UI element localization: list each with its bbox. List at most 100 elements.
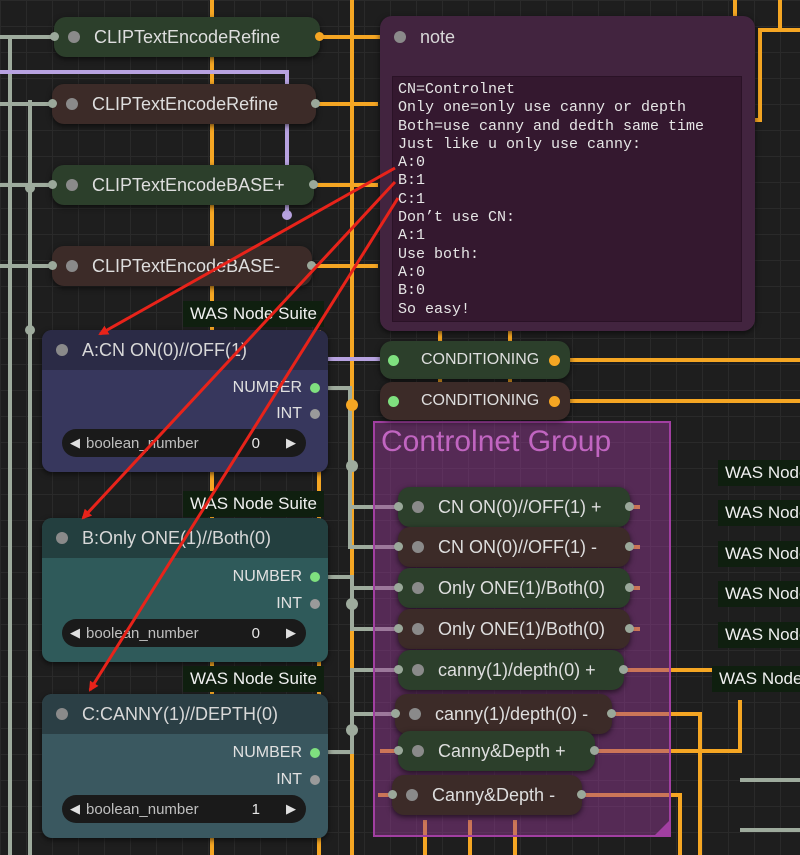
boolean-node-b[interactable]: B:Only ONE(1)//Both(0) NUMBER INT ◀ bool… xyxy=(42,518,328,662)
collapse-dot-icon[interactable] xyxy=(66,260,78,272)
group-node-canny-depth-minus[interactable]: canny(1)/depth(0) - xyxy=(391,694,616,734)
decrement-arrow-icon[interactable]: ◀ xyxy=(70,625,80,641)
boolean-node-c[interactable]: C:CANNY(1)//DEPTH(0) NUMBER INT ◀ boolea… xyxy=(42,694,328,838)
increment-arrow-icon[interactable]: ▶ xyxy=(286,801,296,817)
collapse-dot-icon[interactable] xyxy=(412,582,424,594)
output-socket[interactable] xyxy=(309,180,318,189)
conditioning-reroute-negative[interactable]: CONDITIONING xyxy=(380,382,570,420)
output-socket[interactable] xyxy=(625,583,634,592)
collapse-dot-icon[interactable] xyxy=(68,31,80,43)
input-socket[interactable] xyxy=(394,502,403,511)
int-output[interactable]: INT xyxy=(276,771,320,789)
collapse-dot-icon[interactable] xyxy=(412,541,424,553)
increment-arrow-icon[interactable]: ▶ xyxy=(286,625,296,641)
node-header[interactable]: B:Only ONE(1)//Both(0) xyxy=(42,518,328,558)
input-socket[interactable] xyxy=(394,542,403,551)
collapse-dot-icon[interactable] xyxy=(66,179,78,191)
increment-arrow-icon[interactable]: ▶ xyxy=(286,435,296,451)
group-resize-handle[interactable] xyxy=(655,821,669,835)
clip-text-encode-base-minus-node[interactable]: CLIPTextEncodeBASE- xyxy=(48,246,316,286)
input-socket[interactable] xyxy=(391,709,400,718)
int-output-socket[interactable] xyxy=(310,599,320,609)
collapse-dot-icon[interactable] xyxy=(412,501,424,513)
int-output[interactable]: INT xyxy=(276,595,320,613)
group-node-canny-and-depth-minus[interactable]: Canny&Depth - xyxy=(388,775,586,815)
collapse-dot-icon[interactable] xyxy=(66,98,78,110)
number-output[interactable]: NUMBER xyxy=(233,568,320,586)
group-node-canny-and-depth-plus[interactable]: Canny&Depth + xyxy=(394,731,599,771)
number-output[interactable]: NUMBER xyxy=(233,744,320,762)
output-socket[interactable] xyxy=(625,542,634,551)
number-output-socket[interactable] xyxy=(310,383,320,393)
conditioning-label: CONDITIONING xyxy=(421,351,540,368)
clip-text-encode-refine-node-2[interactable]: CLIPTextEncodeRefine xyxy=(48,84,320,124)
group-node-cn-on-off-minus[interactable]: CN ON(0)//OFF(1) - xyxy=(394,527,634,567)
widget-value[interactable]: 1 xyxy=(252,801,260,818)
output-socket[interactable] xyxy=(619,665,628,674)
boolean-number-widget[interactable]: ◀ boolean_number 0 ▶ xyxy=(62,619,306,647)
node-header[interactable]: A:CN ON(0)//OFF(1) xyxy=(42,330,328,370)
note-header[interactable]: note xyxy=(380,16,755,58)
int-output[interactable]: INT xyxy=(276,405,320,423)
number-output-socket[interactable] xyxy=(310,572,320,582)
output-socket[interactable] xyxy=(577,790,586,799)
output-socket[interactable] xyxy=(625,624,634,633)
group-node-cn-on-off-plus[interactable]: CN ON(0)//OFF(1) + xyxy=(394,487,634,527)
note-textarea[interactable]: CN=Controlnet Only one=only use canny or… xyxy=(392,76,742,322)
collapse-dot-icon[interactable] xyxy=(412,664,424,676)
output-socket[interactable] xyxy=(549,354,560,366)
collapse-dot-icon[interactable] xyxy=(394,31,406,43)
boolean-number-widget[interactable]: ◀ boolean_number 0 ▶ xyxy=(62,429,306,457)
boolean-number-widget[interactable]: ◀ boolean_number 1 ▶ xyxy=(62,795,306,823)
input-socket[interactable] xyxy=(388,790,397,799)
widget-name: boolean_number xyxy=(86,624,199,642)
decrement-arrow-icon[interactable]: ◀ xyxy=(70,801,80,817)
collapse-dot-icon[interactable] xyxy=(406,789,418,801)
collapse-dot-icon[interactable] xyxy=(56,708,68,720)
number-output-socket[interactable] xyxy=(310,748,320,758)
was-node-suite-badge: WAS Node Suite xyxy=(183,666,324,692)
group-node-only-one-both-2[interactable]: Only ONE(1)/Both(0) xyxy=(394,609,634,649)
node-title: Canny&Depth - xyxy=(432,784,556,805)
number-output[interactable]: NUMBER xyxy=(233,379,320,397)
clip-text-encode-refine-node[interactable]: CLIPTextEncodeRefine xyxy=(50,17,324,57)
collapse-dot-icon[interactable] xyxy=(412,623,424,635)
int-output-socket[interactable] xyxy=(310,409,320,419)
node-title: Only ONE(1)/Both(0) xyxy=(438,618,606,639)
input-socket[interactable] xyxy=(394,665,403,674)
output-socket[interactable] xyxy=(607,709,616,718)
collapse-dot-icon[interactable] xyxy=(56,344,68,356)
input-socket[interactable] xyxy=(48,261,57,270)
group-node-only-one-both-1[interactable]: Only ONE(1)/Both(0) xyxy=(394,568,634,608)
widget-value[interactable]: 0 xyxy=(252,435,260,452)
output-socket[interactable] xyxy=(311,99,320,108)
input-socket[interactable] xyxy=(394,583,403,592)
node-title: CLIPTextEncodeRefine xyxy=(94,26,281,47)
input-socket[interactable] xyxy=(50,32,59,41)
input-socket[interactable] xyxy=(394,746,403,755)
collapse-dot-icon[interactable] xyxy=(412,745,424,757)
output-socket[interactable] xyxy=(549,395,560,407)
was-node-suite-badge-right: WAS Node xyxy=(718,541,800,567)
input-socket[interactable] xyxy=(388,395,399,407)
output-socket[interactable] xyxy=(590,746,599,755)
input-socket[interactable] xyxy=(48,99,57,108)
output-socket[interactable] xyxy=(315,32,324,41)
group-node-canny-depth-plus[interactable]: canny(1)/depth(0) + xyxy=(394,650,628,690)
group-title[interactable]: Controlnet Group xyxy=(381,425,611,459)
output-socket[interactable] xyxy=(625,502,634,511)
collapse-dot-icon[interactable] xyxy=(56,532,68,544)
clip-text-encode-base-plus-node[interactable]: CLIPTextEncodeBASE+ xyxy=(48,165,318,205)
conditioning-reroute-positive[interactable]: CONDITIONING xyxy=(380,341,570,379)
widget-value[interactable]: 0 xyxy=(252,625,260,642)
input-socket[interactable] xyxy=(388,354,399,366)
int-output-socket[interactable] xyxy=(310,775,320,785)
boolean-node-a[interactable]: A:CN ON(0)//OFF(1) NUMBER INT ◀ boolean_… xyxy=(42,330,328,472)
decrement-arrow-icon[interactable]: ◀ xyxy=(70,435,80,451)
output-socket[interactable] xyxy=(307,261,316,270)
node-header[interactable]: C:CANNY(1)//DEPTH(0) xyxy=(42,694,328,734)
collapse-dot-icon[interactable] xyxy=(409,708,421,720)
input-socket[interactable] xyxy=(48,180,57,189)
input-socket[interactable] xyxy=(394,624,403,633)
note-node[interactable]: note CN=Controlnet Only one=only use can… xyxy=(380,16,755,331)
